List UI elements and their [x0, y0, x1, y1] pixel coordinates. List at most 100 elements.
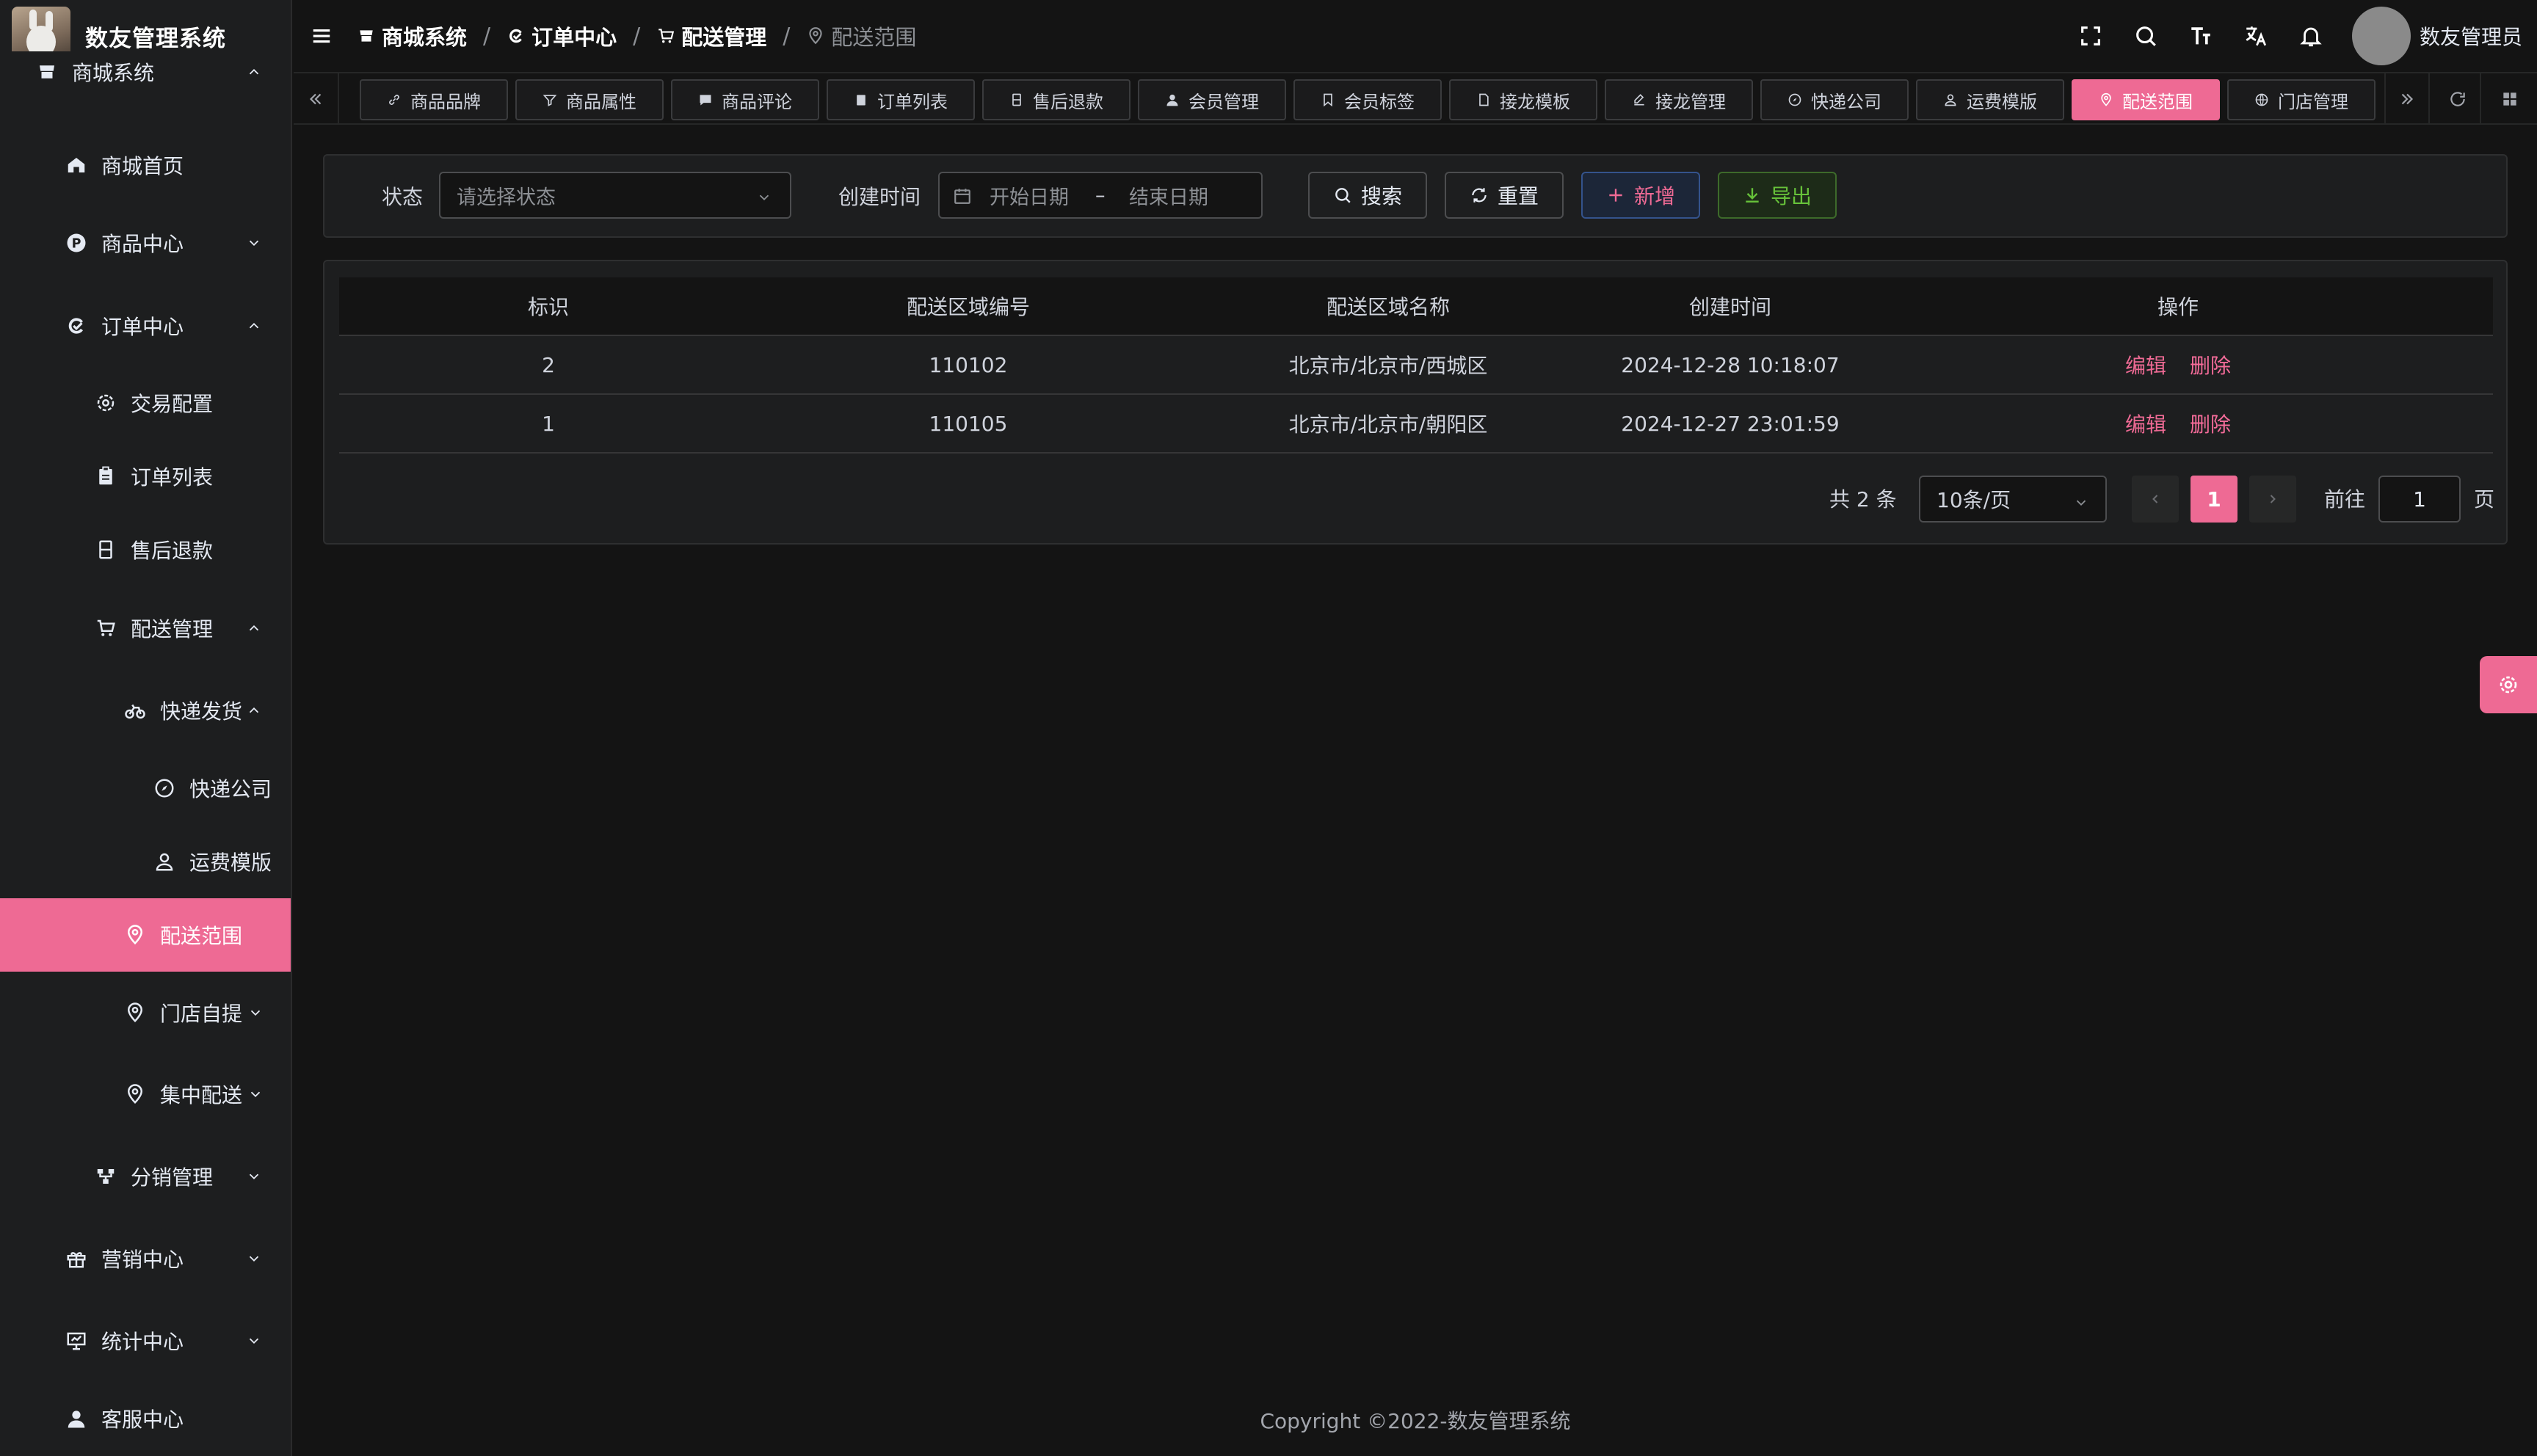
- tag-solitaire-mgmt[interactable]: 接龙管理: [1605, 79, 1753, 120]
- breadcrumb-item[interactable]: 配送管理: [656, 21, 766, 51]
- compass-icon: [153, 776, 176, 800]
- fullscreen-icon[interactable]: [2076, 21, 2105, 51]
- product-p-icon: P: [65, 231, 88, 255]
- cell-code: 110105: [929, 411, 1008, 436]
- user-outline-icon: [1945, 94, 1956, 106]
- cart-icon: [658, 29, 675, 43]
- sidebar-item-mall-home[interactable]: 商城首页: [0, 128, 291, 202]
- search-icon[interactable]: [2131, 21, 2160, 51]
- cell-actions: 编辑 删除: [1863, 336, 2493, 393]
- sidebar-item-customer-service[interactable]: 客服中心: [0, 1382, 291, 1455]
- sidebar-item-product-center[interactable]: P 商品中心: [0, 206, 291, 280]
- status-select-placeholder: 请选择状态: [457, 186, 556, 209]
- tag-express-company[interactable]: 快递公司: [1760, 79, 1909, 120]
- sidebar-item-marketing[interactable]: 营销中心: [0, 1222, 291, 1295]
- table-row: 2 110102 北京市/北京市/西城区 2024-12-28 10:18:07…: [339, 336, 2493, 395]
- breadcrumb: 商城系统 / 订单中心 / 配送管理 / 配送范围: [357, 21, 916, 51]
- start-date-input[interactable]: 开始日期: [990, 173, 1069, 217]
- chevron-up-icon: [245, 619, 263, 637]
- tag-delivery-range[interactable]: 配送范围: [2072, 79, 2220, 120]
- refresh-icon: [2450, 92, 2465, 106]
- settings-button[interactable]: [2480, 656, 2537, 713]
- sidebar-item-label: 商城首页: [101, 154, 184, 178]
- pagination-total: 共 2 条: [1829, 487, 1897, 512]
- gear-icon: [2500, 676, 2517, 694]
- tags-menu-button[interactable]: [2487, 73, 2533, 125]
- sidebar-item-after-sale[interactable]: 售后退款: [0, 513, 291, 586]
- sidebar-item-mall-system[interactable]: 商城系统: [0, 51, 291, 92]
- globe-icon: [2255, 93, 2268, 106]
- tag-product-review[interactable]: 商品评论: [671, 79, 819, 120]
- status-select[interactable]: 请选择状态: [439, 172, 791, 219]
- sidebar-item-label: 商品中心: [101, 232, 184, 256]
- user-name[interactable]: 数友管理员: [2420, 21, 2522, 51]
- sidebar-item-order-list[interactable]: 订单列表: [0, 440, 291, 513]
- sidebar-item-shipping-template[interactable]: 运费模版: [0, 825, 291, 898]
- sidebar-item-trade-config[interactable]: 交易配置: [0, 366, 291, 440]
- sidebar-item-label: 订单列表: [131, 465, 214, 489]
- column-header: 配送区域编号: [906, 295, 1030, 319]
- tag-member-mgmt[interactable]: 会员管理: [1138, 79, 1286, 120]
- sidebar-item-central-delivery[interactable]: 集中配送: [0, 1058, 291, 1131]
- sidebar-item-order-center[interactable]: 订单中心: [0, 289, 291, 363]
- sidebar-item-store-pickup[interactable]: 门店自提: [0, 976, 291, 1049]
- refund-icon: [94, 538, 117, 561]
- search-button[interactable]: 搜索: [1308, 172, 1427, 219]
- status-label: 状态: [382, 185, 424, 209]
- cell-created: 2024-12-27 23:01:59: [1621, 411, 1840, 436]
- tag-shipping-template[interactable]: 运费模版: [1916, 79, 2064, 120]
- home-icon: [65, 153, 88, 177]
- add-button[interactable]: 新增: [1581, 172, 1700, 219]
- sidebar-item-label: 客服中心: [101, 1408, 184, 1432]
- tag-solitaire-template[interactable]: 接龙模板: [1449, 79, 1597, 120]
- tag-order-list[interactable]: 订单列表: [827, 79, 975, 120]
- goto-page-input[interactable]: 1: [2378, 476, 2461, 523]
- edit-link[interactable]: 编辑: [2125, 350, 2166, 379]
- tags-scroll-right-button[interactable]: [2384, 73, 2430, 125]
- delete-link[interactable]: 删除: [2190, 350, 2231, 379]
- translate-icon[interactable]: [2241, 21, 2271, 51]
- reset-button[interactable]: 重置: [1445, 172, 1564, 219]
- page-size-select[interactable]: 10条/页: [1919, 476, 2107, 523]
- hamburger-menu-icon[interactable]: [307, 21, 336, 51]
- double-chevron-left-icon: [309, 93, 322, 105]
- bell-icon[interactable]: [2296, 21, 2326, 51]
- sidebar: 数友管理系统 商城系统 商城首页 P 商品中心 订单中心 交易配置 订单列表 售…: [0, 0, 292, 1456]
- sidebar-item-express-ship[interactable]: 快递发货: [0, 674, 291, 747]
- created-time-label: 创建时间: [838, 185, 921, 209]
- tag-product-brand[interactable]: 商品品牌: [360, 79, 508, 120]
- breadcrumb-separator: /: [483, 23, 491, 49]
- chevron-right-icon: [2270, 495, 2276, 503]
- tag-product-attr[interactable]: 商品属性: [515, 79, 664, 120]
- font-size-icon[interactable]: [2186, 21, 2215, 51]
- next-page-button[interactable]: [2249, 476, 2296, 523]
- sidebar-item-distribution[interactable]: 分销管理: [0, 1140, 291, 1213]
- export-button[interactable]: 导出: [1718, 172, 1837, 219]
- refresh-button[interactable]: [2436, 73, 2481, 125]
- document-icon: [1479, 93, 1489, 106]
- date-range-picker[interactable]: 开始日期 – 结束日期: [938, 172, 1263, 219]
- sidebar-item-delivery-mgmt[interactable]: 配送管理: [0, 592, 291, 665]
- avatar[interactable]: [2351, 7, 2411, 65]
- bookmark-icon: [1324, 93, 1332, 107]
- breadcrumb-item[interactable]: 订单中心: [507, 21, 617, 51]
- sidebar-item-delivery-range[interactable]: 配送范围: [0, 898, 291, 972]
- tag-store-mgmt[interactable]: 门店管理: [2227, 79, 2376, 120]
- delete-link[interactable]: 删除: [2190, 409, 2231, 438]
- prev-page-button[interactable]: [2132, 476, 2179, 523]
- end-date-input[interactable]: 结束日期: [1129, 173, 1208, 217]
- tag-member-tag[interactable]: 会员标签: [1293, 79, 1442, 120]
- tag-after-sale[interactable]: 售后退款: [982, 79, 1130, 120]
- sidebar-item-label: 订单中心: [101, 315, 184, 339]
- page-number-button[interactable]: 1: [2191, 476, 2237, 523]
- sidebar-item-label: 门店自提: [160, 1002, 243, 1026]
- tags-bar: 商品品牌 商品属性 商品评论 订单列表 售后退款 会员管理 会员标签 接龙模板 …: [294, 72, 2537, 125]
- sidebar-item-express-company[interactable]: 快递公司: [0, 751, 291, 825]
- edit-link[interactable]: 编辑: [2125, 409, 2166, 438]
- bike-icon: [123, 699, 147, 722]
- date-range-separator: –: [1095, 183, 1106, 207]
- sidebar-item-statistics[interactable]: 统计中心: [0, 1304, 291, 1377]
- tags-scroll-left-button[interactable]: [294, 73, 339, 125]
- breadcrumb-item[interactable]: 商城系统: [357, 21, 467, 51]
- shop-icon: [360, 30, 373, 42]
